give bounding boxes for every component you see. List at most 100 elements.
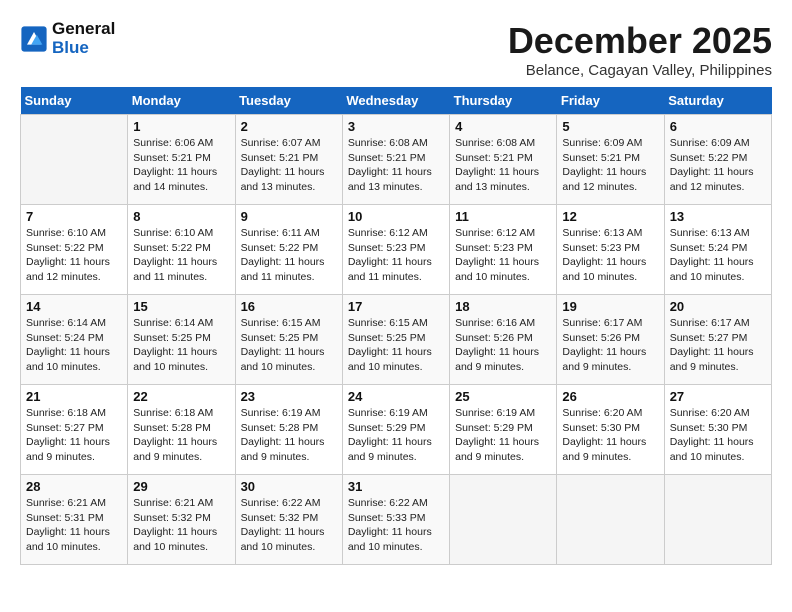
day-info: Sunrise: 6:12 AMSunset: 5:23 PMDaylight:… (455, 226, 551, 285)
day-number: 19 (562, 299, 658, 314)
day-number: 31 (348, 479, 444, 494)
day-number: 3 (348, 119, 444, 134)
calendar-cell: 26 Sunrise: 6:20 AMSunset: 5:30 PMDayligh… (557, 385, 664, 475)
calendar-week-1: 1 Sunrise: 6:06 AMSunset: 5:21 PMDaylight… (21, 115, 772, 205)
day-number: 21 (26, 389, 122, 404)
day-info: Sunrise: 6:09 AMSunset: 5:21 PMDaylight:… (562, 136, 658, 195)
day-info: Sunrise: 6:17 AMSunset: 5:27 PMDaylight:… (670, 316, 766, 375)
day-info: Sunrise: 6:21 AMSunset: 5:31 PMDaylight:… (26, 496, 122, 555)
day-number: 22 (133, 389, 229, 404)
calendar-week-2: 7 Sunrise: 6:10 AMSunset: 5:22 PMDaylight… (21, 205, 772, 295)
day-number: 9 (241, 209, 337, 224)
calendar-cell: 8 Sunrise: 6:10 AMSunset: 5:22 PMDaylight… (128, 205, 235, 295)
day-info: Sunrise: 6:20 AMSunset: 5:30 PMDaylight:… (562, 406, 658, 465)
weekday-header-row: SundayMondayTuesdayWednesdayThursdayFrid… (21, 87, 772, 115)
day-info: Sunrise: 6:11 AMSunset: 5:22 PMDaylight:… (241, 226, 337, 285)
day-number: 26 (562, 389, 658, 404)
calendar-cell: 16Sunrise: 6:15 AMSunset: 5:25 PMDayligh… (235, 295, 342, 385)
calendar-cell: 14 Sunrise: 6:14 AMSunset: 5:24 PMDayligh… (21, 295, 128, 385)
day-info: Sunrise: 6:15 AMSunset: 5:25 PMDaylight:… (241, 316, 337, 375)
calendar-cell (21, 115, 128, 205)
calendar-cell: 24 Sunrise: 6:19 AMSunset: 5:29 PMDayligh… (342, 385, 449, 475)
day-number: 8 (133, 209, 229, 224)
day-info: Sunrise: 6:10 AMSunset: 5:22 PMDaylight:… (133, 226, 229, 285)
day-number: 14 (26, 299, 122, 314)
calendar-cell (664, 475, 771, 565)
day-number: 23 (241, 389, 337, 404)
calendar-cell: 20 Sunrise: 6:17 AMSunset: 5:27 PMDayligh… (664, 295, 771, 385)
calendar-cell: 18Sunrise: 6:16 AMSunset: 5:26 PMDayligh… (450, 295, 557, 385)
calendar-week-4: 21Sunrise: 6:18 AMSunset: 5:27 PMDayligh… (21, 385, 772, 475)
day-number: 7 (26, 209, 122, 224)
header: General Blue December 2025 Belance, Caga… (20, 20, 772, 79)
day-info: Sunrise: 6:13 AMSunset: 5:23 PMDaylight:… (562, 226, 658, 285)
logo-text-blue: Blue (52, 39, 115, 58)
day-number: 5 (562, 119, 658, 134)
logo: General Blue (20, 20, 115, 57)
weekday-header-sunday: Sunday (21, 87, 128, 115)
day-info: Sunrise: 6:08 AMSunset: 5:21 PMDaylight:… (455, 136, 551, 195)
calendar-cell: 7Sunrise: 6:10 AMSunset: 5:22 PMDaylight… (21, 205, 128, 295)
calendar-cell: 5 Sunrise: 6:09 AMSunset: 5:21 PMDaylight… (557, 115, 664, 205)
calendar-cell: 6 Sunrise: 6:09 AMSunset: 5:22 PMDaylight… (664, 115, 771, 205)
weekday-header-friday: Friday (557, 87, 664, 115)
calendar-cell: 17Sunrise: 6:15 AMSunset: 5:25 PMDayligh… (342, 295, 449, 385)
calendar-cell: 15Sunrise: 6:14 AMSunset: 5:25 PMDayligh… (128, 295, 235, 385)
day-number: 1 (133, 119, 229, 134)
calendar-cell: 3Sunrise: 6:08 AMSunset: 5:21 PMDaylight… (342, 115, 449, 205)
logo-icon (20, 25, 48, 53)
day-number: 6 (670, 119, 766, 134)
day-info: Sunrise: 6:20 AMSunset: 5:30 PMDaylight:… (670, 406, 766, 465)
day-number: 13 (670, 209, 766, 224)
day-number: 10 (348, 209, 444, 224)
calendar-cell (557, 475, 664, 565)
calendar-cell: 19 Sunrise: 6:17 AMSunset: 5:26 PMDayligh… (557, 295, 664, 385)
calendar-cell: 22 Sunrise: 6:18 AMSunset: 5:28 PMDayligh… (128, 385, 235, 475)
day-info: Sunrise: 6:12 AMSunset: 5:23 PMDaylight:… (348, 226, 444, 285)
day-info: Sunrise: 6:09 AMSunset: 5:22 PMDaylight:… (670, 136, 766, 195)
day-info: Sunrise: 6:06 AMSunset: 5:21 PMDaylight:… (133, 136, 229, 195)
calendar-cell: 1 Sunrise: 6:06 AMSunset: 5:21 PMDaylight… (128, 115, 235, 205)
calendar-cell: 21Sunrise: 6:18 AMSunset: 5:27 PMDayligh… (21, 385, 128, 475)
weekday-header-tuesday: Tuesday (235, 87, 342, 115)
day-info: Sunrise: 6:17 AMSunset: 5:26 PMDaylight:… (562, 316, 658, 375)
day-number: 30 (241, 479, 337, 494)
calendar-cell: 12 Sunrise: 6:13 AMSunset: 5:23 PMDayligh… (557, 205, 664, 295)
calendar-week-5: 28 Sunrise: 6:21 AMSunset: 5:31 PMDayligh… (21, 475, 772, 565)
weekday-header-wednesday: Wednesday (342, 87, 449, 115)
day-number: 28 (26, 479, 122, 494)
calendar-cell: 29 Sunrise: 6:21 AMSunset: 5:32 PMDayligh… (128, 475, 235, 565)
day-info: Sunrise: 6:19 AMSunset: 5:28 PMDaylight:… (241, 406, 337, 465)
calendar-cell: 31Sunrise: 6:22 AMSunset: 5:33 PMDayligh… (342, 475, 449, 565)
calendar-cell: 30 Sunrise: 6:22 AMSunset: 5:32 PMDayligh… (235, 475, 342, 565)
calendar-table: SundayMondayTuesdayWednesdayThursdayFrid… (20, 87, 772, 565)
day-info: Sunrise: 6:18 AMSunset: 5:28 PMDaylight:… (133, 406, 229, 465)
day-info: Sunrise: 6:19 AMSunset: 5:29 PMDaylight:… (455, 406, 551, 465)
day-number: 29 (133, 479, 229, 494)
day-info: Sunrise: 6:22 AMSunset: 5:32 PMDaylight:… (241, 496, 337, 555)
weekday-header-monday: Monday (128, 87, 235, 115)
day-info: Sunrise: 6:14 AMSunset: 5:25 PMDaylight:… (133, 316, 229, 375)
day-number: 2 (241, 119, 337, 134)
title-area: December 2025 Belance, Cagayan Valley, P… (508, 20, 772, 79)
day-info: Sunrise: 6:13 AMSunset: 5:24 PMDaylight:… (670, 226, 766, 285)
day-number: 24 (348, 389, 444, 404)
day-info: Sunrise: 6:19 AMSunset: 5:29 PMDaylight:… (348, 406, 444, 465)
day-info: Sunrise: 6:21 AMSunset: 5:32 PMDaylight:… (133, 496, 229, 555)
calendar-cell: 13 Sunrise: 6:13 AMSunset: 5:24 PMDayligh… (664, 205, 771, 295)
month-title: December 2025 (508, 20, 772, 62)
day-info: Sunrise: 6:15 AMSunset: 5:25 PMDaylight:… (348, 316, 444, 375)
day-info: Sunrise: 6:14 AMSunset: 5:24 PMDaylight:… (26, 316, 122, 375)
weekday-header-saturday: Saturday (664, 87, 771, 115)
subtitle: Belance, Cagayan Valley, Philippines (508, 62, 772, 79)
day-number: 11 (455, 209, 551, 224)
calendar-cell: 25Sunrise: 6:19 AMSunset: 5:29 PMDayligh… (450, 385, 557, 475)
day-number: 12 (562, 209, 658, 224)
calendar-cell: 23 Sunrise: 6:19 AMSunset: 5:28 PMDayligh… (235, 385, 342, 475)
calendar-cell: 2 Sunrise: 6:07 AMSunset: 5:21 PMDaylight… (235, 115, 342, 205)
day-info: Sunrise: 6:07 AMSunset: 5:21 PMDaylight:… (241, 136, 337, 195)
calendar-cell: 4Sunrise: 6:08 AMSunset: 5:21 PMDaylight… (450, 115, 557, 205)
weekday-header-thursday: Thursday (450, 87, 557, 115)
day-number: 20 (670, 299, 766, 314)
calendar-cell: 11 Sunrise: 6:12 AMSunset: 5:23 PMDayligh… (450, 205, 557, 295)
